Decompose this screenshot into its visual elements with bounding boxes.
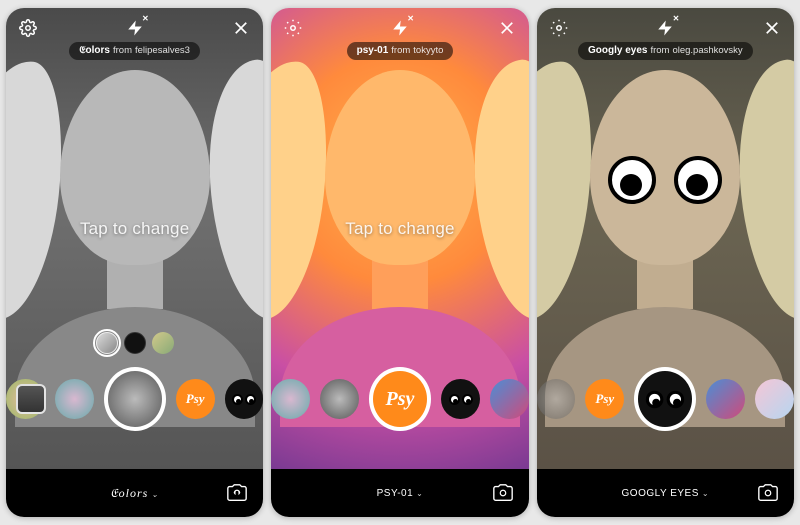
effect-thumb[interactable] [55,379,94,419]
effect-thumb-googly[interactable] [225,379,264,419]
effect-thumb[interactable] [490,379,529,419]
googly-eye-left [608,156,656,204]
filter-name: Googly eyes [588,45,647,56]
effect-thumb[interactable] [271,379,310,419]
effect-thumb-googly[interactable] [441,379,480,419]
bottom-bar: GOOGLY EYES⌄ [537,469,794,517]
effect-carousel[interactable]: Psy [271,367,528,431]
tap-to-change-hint[interactable]: Tap to change [345,219,454,239]
bottom-bar: 𝔈olors⌄ [6,469,263,517]
chevron-down-icon: ⌄ [151,490,159,499]
filter-name: 𝔈olors [79,45,110,56]
effect-thumb[interactable] [755,379,794,419]
story-camera-screen-1: ✕ 𝔈olors from felipesalves3 Tap to chang… [6,8,263,517]
googly-eye-right [674,156,722,204]
effect-thumb[interactable] [537,379,576,419]
variant-option-1[interactable] [96,332,118,354]
close-icon[interactable] [497,18,517,38]
effect-thumb-psy[interactable]: Psy [176,379,215,419]
from-label: from [391,45,410,56]
filter-attribution-pill[interactable]: psy-01 from tokyyto [347,42,454,60]
chevron-down-icon: ⌄ [416,489,423,498]
filter-attribution-pill[interactable]: 𝔈olors from felipesalves3 [69,42,200,60]
current-effect-name[interactable]: PSY-01⌄ [311,488,488,499]
effect-thumb[interactable] [320,379,359,419]
shutter-button[interactable]: Psy [369,367,431,431]
camera-viewport: ✕ Googly eyes from oleg.pashkovsky Psy [537,8,794,469]
close-icon[interactable] [762,18,782,38]
filter-name: psy-01 [357,45,389,56]
shutter-button[interactable] [634,367,696,431]
close-icon[interactable] [231,18,251,38]
variant-option-3[interactable] [152,332,174,354]
filter-author: oleg.pashkovsky [672,45,742,56]
camera-flip-icon[interactable] [754,482,782,504]
effect-carousel[interactable]: Psy [537,367,794,431]
from-label: from [113,45,132,56]
top-bar: ✕ [6,8,263,42]
settings-icon[interactable] [549,18,569,38]
googly-eyes-overlay [608,156,722,204]
flash-off-icon[interactable]: ✕ [655,18,675,38]
effect-thumb[interactable] [706,379,745,419]
camera-viewport: ✕ 𝔈olors from felipesalves3 Tap to chang… [6,8,263,469]
current-effect-name[interactable]: 𝔈olors⌄ [46,486,223,501]
variant-option-2[interactable] [124,332,146,354]
shutter-button[interactable] [104,367,166,431]
flash-off-icon[interactable]: ✕ [390,18,410,38]
current-effect-name[interactable]: GOOGLY EYES⌄ [577,488,754,499]
settings-icon[interactable] [18,18,38,38]
camera-viewport: ✕ psy-01 from tokyyto Tap to change Psy [271,8,528,469]
from-label: from [650,45,669,56]
filter-author: tokyyto [413,45,443,56]
settings-icon[interactable] [283,18,303,38]
filter-variant-row [96,332,174,354]
effect-thumb-psy[interactable]: Psy [585,379,624,419]
bottom-bar: PSY-01⌄ [271,469,528,517]
camera-flip-icon[interactable] [489,482,517,504]
flash-off-icon[interactable]: ✕ [125,18,145,38]
chevron-down-icon: ⌄ [702,489,709,498]
effect-carousel[interactable]: Psy [6,367,263,431]
tap-to-change-hint[interactable]: Tap to change [80,219,189,239]
top-bar: ✕ [271,8,528,42]
filter-author: felipesalves3 [135,45,190,56]
gallery-thumbnail[interactable] [16,384,46,414]
filter-attribution-pill[interactable]: Googly eyes from oleg.pashkovsky [578,42,753,60]
camera-flip-icon[interactable] [223,482,251,504]
story-camera-screen-2: ✕ psy-01 from tokyyto Tap to change Psy [271,8,528,517]
story-camera-screen-3: ✕ Googly eyes from oleg.pashkovsky Psy G [537,8,794,517]
top-bar: ✕ [537,8,794,42]
